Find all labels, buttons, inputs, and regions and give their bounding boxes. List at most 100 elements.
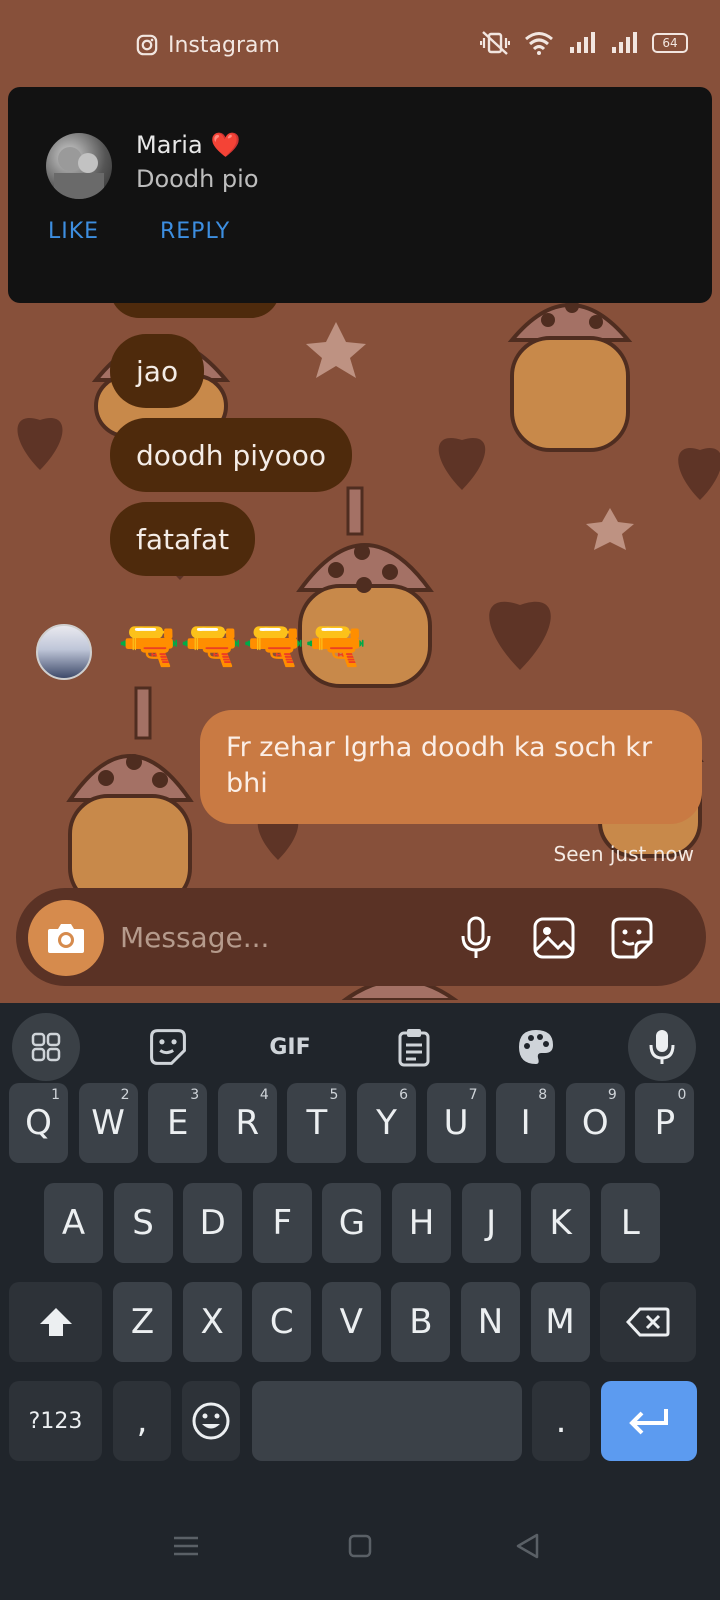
- key-m[interactable]: M: [530, 1282, 590, 1362]
- status-bar: Instagram 64: [0, 0, 720, 88]
- symbols-key[interactable]: ?123: [9, 1381, 102, 1461]
- message-bubble[interactable]: fatafat: [110, 502, 256, 576]
- period-key[interactable]: .: [532, 1381, 590, 1461]
- camera-button[interactable]: [28, 900, 104, 976]
- keyboard-apps-button[interactable]: [12, 1013, 80, 1081]
- enter-key[interactable]: [601, 1381, 697, 1461]
- key-v[interactable]: V: [321, 1282, 381, 1362]
- key-hint: 0: [677, 1087, 687, 1103]
- key-k[interactable]: K: [531, 1183, 591, 1263]
- menu-icon: [174, 1536, 198, 1556]
- key-w[interactable]: W2: [78, 1083, 138, 1163]
- key-g[interactable]: G: [322, 1183, 382, 1263]
- key-o[interactable]: O9: [565, 1083, 625, 1163]
- notification-message: Doodh pio: [136, 165, 259, 193]
- emoji-text: 🔫🔫🔫🔫: [118, 616, 368, 674]
- key-label: M: [545, 1302, 575, 1342]
- keyboard-theme-button[interactable]: [502, 1013, 570, 1081]
- key-p[interactable]: P0: [635, 1083, 695, 1163]
- gif-label: GIF: [269, 1034, 311, 1060]
- key-label: U: [443, 1103, 469, 1143]
- key-j[interactable]: J: [461, 1183, 521, 1263]
- key-hint: 7: [468, 1087, 478, 1103]
- shift-key[interactable]: [9, 1282, 102, 1362]
- key-z[interactable]: Z: [113, 1282, 172, 1362]
- key-hint: 1: [51, 1087, 60, 1103]
- comma-key[interactable]: ,: [113, 1381, 171, 1461]
- sent-message-bubble[interactable]: Fr zehar lgrha doodh ka soch kr bhi: [200, 710, 702, 824]
- period-key-label: .: [555, 1401, 567, 1441]
- key-label: D: [199, 1203, 226, 1243]
- key-l[interactable]: L: [600, 1183, 660, 1263]
- key-label: L: [620, 1203, 640, 1243]
- message-composer: [16, 888, 706, 986]
- emoji-key[interactable]: [182, 1381, 240, 1461]
- key-n[interactable]: N: [461, 1282, 520, 1362]
- sent-message-text: Fr zehar lgrha doodh ka soch kr bhi: [226, 732, 653, 799]
- keyboard-clipboard-button[interactable]: [380, 1013, 448, 1081]
- sender-avatar[interactable]: [36, 624, 92, 680]
- key-h[interactable]: H: [392, 1183, 451, 1263]
- key-f[interactable]: F: [252, 1183, 312, 1263]
- keyboard-voice-button[interactable]: [628, 1013, 696, 1081]
- mic-icon: [649, 1030, 675, 1064]
- key-e[interactable]: E3: [148, 1083, 208, 1163]
- message-bubble[interactable]: doodh piyooo: [110, 418, 352, 492]
- message-text: jao: [136, 354, 179, 388]
- key-c[interactable]: C: [252, 1282, 312, 1362]
- key-x[interactable]: X: [182, 1282, 242, 1362]
- key-label: R: [235, 1103, 260, 1143]
- key-label: J: [486, 1203, 497, 1243]
- key-label: Z: [130, 1302, 155, 1342]
- emoji-message[interactable]: 🔫🔫🔫🔫: [118, 612, 367, 678]
- gallery-button[interactable]: [528, 912, 580, 964]
- message-text: fatafat: [136, 522, 230, 556]
- back-icon: [516, 1533, 539, 1559]
- key-label: G: [338, 1203, 366, 1243]
- message-bubble[interactable]: jao: [110, 334, 205, 408]
- enter-icon: [629, 1409, 668, 1435]
- key-label: O: [581, 1103, 609, 1143]
- backspace-key[interactable]: [600, 1282, 696, 1362]
- message-notification[interactable]: Maria ❤️ Doodh pio LIKE REPLY: [8, 87, 712, 303]
- keyboard-sticker-button[interactable]: [134, 1013, 202, 1081]
- voice-message-button[interactable]: [450, 912, 502, 964]
- palette-icon: [519, 1030, 553, 1064]
- comma-key-label: ,: [136, 1401, 148, 1441]
- home-nav-button[interactable]: [342, 1528, 378, 1564]
- key-y[interactable]: Y6: [357, 1083, 416, 1163]
- key-b[interactable]: B: [391, 1282, 451, 1362]
- sticker-button[interactable]: [606, 912, 658, 964]
- key-s[interactable]: S: [113, 1183, 173, 1263]
- image-icon: [533, 917, 575, 959]
- home-icon: [348, 1534, 372, 1558]
- reply-button[interactable]: REPLY: [160, 219, 230, 244]
- status-icons: 64: [480, 30, 688, 56]
- signal-icon: [612, 32, 637, 53]
- back-nav-button[interactable]: [510, 1528, 546, 1564]
- symbols-key-label: ?123: [28, 1408, 83, 1434]
- key-r[interactable]: R4: [217, 1083, 277, 1163]
- key-label: T: [306, 1103, 328, 1143]
- key-label: F: [272, 1203, 293, 1243]
- keyboard-gif-button[interactable]: GIF: [256, 1013, 324, 1081]
- key-t[interactable]: T5: [287, 1083, 347, 1163]
- key-q[interactable]: Q1: [9, 1083, 68, 1163]
- key-a[interactable]: A: [44, 1183, 103, 1263]
- menu-nav-button[interactable]: [168, 1528, 204, 1564]
- key-i[interactable]: I8: [496, 1083, 556, 1163]
- key-d[interactable]: D: [183, 1183, 243, 1263]
- message-input[interactable]: [120, 912, 440, 962]
- key-label: B: [409, 1302, 433, 1342]
- like-button[interactable]: LIKE: [48, 219, 99, 244]
- space-key[interactable]: [252, 1381, 522, 1461]
- backspace-icon: [626, 1307, 670, 1337]
- status-app-name: Instagram: [168, 32, 280, 58]
- key-label: S: [132, 1203, 154, 1243]
- key-hint: 3: [190, 1087, 200, 1103]
- key-u[interactable]: U7: [426, 1083, 486, 1163]
- signal-icon: [570, 32, 595, 53]
- battery-icon: 64: [652, 33, 688, 53]
- key-label: X: [200, 1302, 224, 1342]
- battery-level: 64: [662, 36, 678, 50]
